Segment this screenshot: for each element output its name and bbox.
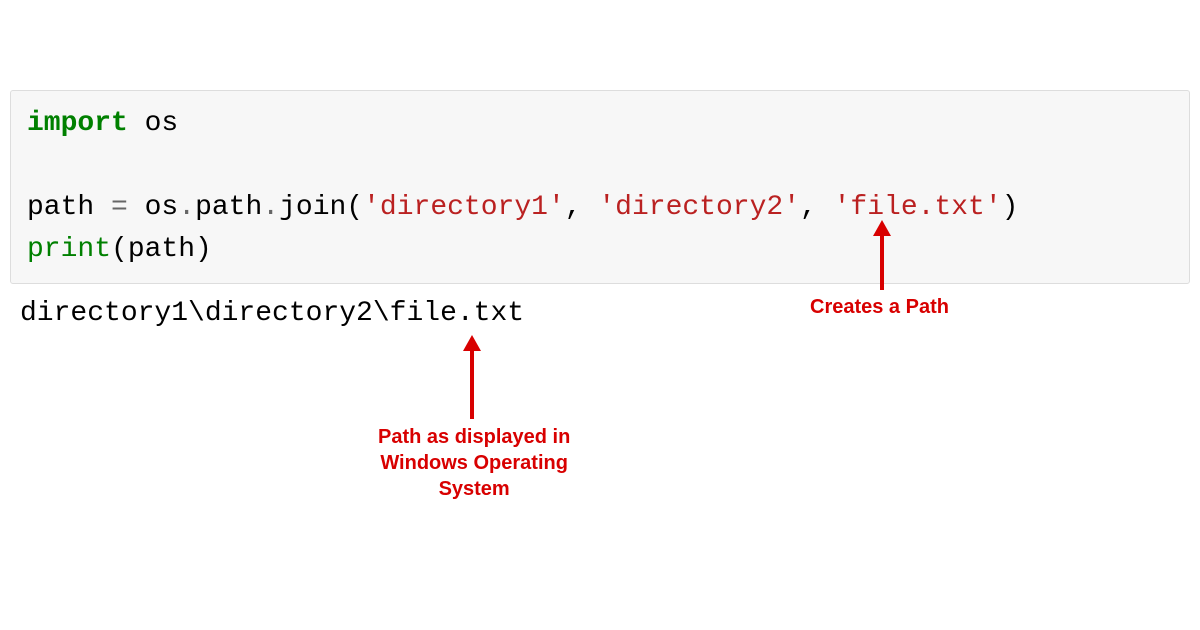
function-print: print xyxy=(27,234,111,265)
string-literal: 'file.txt' xyxy=(834,192,1002,223)
annotation-path-displayed: Path as displayed in Windows Operating S… xyxy=(378,424,570,502)
code-text: path xyxy=(195,192,262,223)
code-output: directory1\directory2\file.txt xyxy=(0,284,1200,343)
operator-dot: . xyxy=(178,192,195,223)
code-text: (path) xyxy=(111,234,212,265)
code-text: , xyxy=(565,192,599,223)
string-literal: 'directory2' xyxy=(598,192,800,223)
code-block: import os path = os.path.join('directory… xyxy=(10,90,1190,284)
code-text: ) xyxy=(1002,192,1019,223)
code-text: os xyxy=(128,192,178,223)
code-text: join( xyxy=(279,192,363,223)
operator-dot: . xyxy=(262,192,279,223)
keyword-import: import xyxy=(27,108,128,139)
annotation-creates-path: Creates a Path xyxy=(810,294,949,320)
string-literal: 'directory1' xyxy=(363,192,565,223)
code-text: , xyxy=(800,192,834,223)
module-name: os xyxy=(128,108,178,139)
variable-name: path xyxy=(27,192,111,223)
operator-assign: = xyxy=(111,192,128,223)
